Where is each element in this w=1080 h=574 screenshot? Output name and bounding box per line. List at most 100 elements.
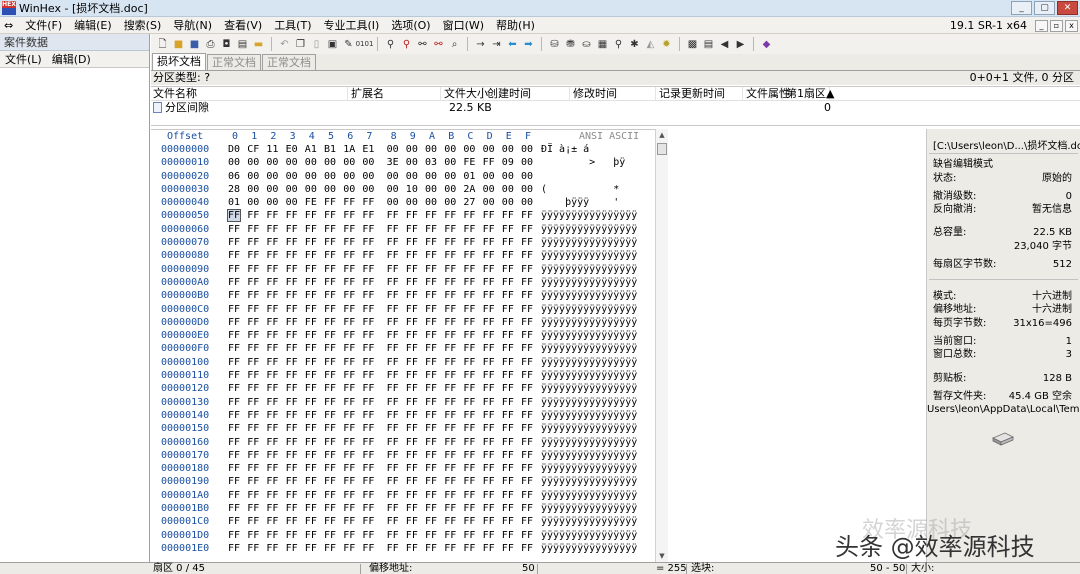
hex-byte[interactable]: 00: [387, 184, 399, 195]
hex-row[interactable]: 000000D0 FF FF FF FF FF FF FF FF FF FF FF FF FF FF FF FF…: [151, 317, 668, 330]
hex-byte[interactable]: FF: [228, 224, 240, 235]
hex-byte[interactable]: 00: [362, 171, 374, 182]
goto-icon[interactable]: →: [473, 37, 488, 52]
ascii-cell[interactable]: ÿÿÿÿÿÿÿÿÿÿÿÿÿÿÿÿ: [541, 530, 637, 541]
hex-byte[interactable]: FF: [483, 476, 495, 487]
hex-byte[interactable]: FF: [266, 410, 278, 421]
tab-damaged-doc[interactable]: 损坏文档: [152, 53, 206, 70]
hex-byte[interactable]: FF: [362, 210, 374, 221]
hex-byte[interactable]: FF: [444, 304, 456, 315]
hex-byte[interactable]: FF: [483, 397, 495, 408]
tab-normal-doc-2[interactable]: 正常文档: [262, 54, 316, 70]
hex-byte[interactable]: FF: [521, 516, 533, 527]
hex-byte[interactable]: FF: [247, 317, 259, 328]
hex-byte[interactable]: FF: [463, 370, 475, 381]
prev-icon[interactable]: ◀: [717, 37, 732, 52]
hex-byte[interactable]: FF: [324, 437, 336, 448]
hex-row[interactable]: 00000010 00 00 00 00 00 00 00 00 3E 00 03 00 FE FF 09 00…: [151, 157, 668, 170]
hex-byte[interactable]: FF: [502, 530, 514, 541]
hex-byte[interactable]: FF: [362, 437, 374, 448]
hex-byte[interactable]: 00: [521, 144, 533, 155]
hex-byte[interactable]: FF: [305, 290, 317, 301]
hex-byte[interactable]: 00: [521, 184, 533, 195]
hex-byte[interactable]: FF: [444, 503, 456, 514]
hex-byte[interactable]: 00: [387, 197, 399, 208]
hex-byte[interactable]: FF: [502, 210, 514, 221]
hex-byte[interactable]: FF: [483, 437, 495, 448]
hex-byte[interactable]: FF: [502, 450, 514, 461]
hex-byte[interactable]: FF: [406, 397, 418, 408]
hex-byte[interactable]: 00: [343, 171, 355, 182]
hex-byte[interactable]: FF: [483, 490, 495, 501]
forward-icon[interactable]: ➡: [521, 37, 536, 52]
hex-byte[interactable]: FF: [463, 277, 475, 288]
hex-byte[interactable]: FF: [362, 476, 374, 487]
hex-byte[interactable]: FF: [247, 250, 259, 261]
menu-view[interactable]: 查看(V): [218, 17, 268, 33]
hex-byte[interactable]: FF: [343, 450, 355, 461]
hex-byte[interactable]: FF: [387, 463, 399, 474]
hex-byte[interactable]: 00: [502, 144, 514, 155]
hex-binary-icon[interactable]: 0101: [356, 37, 374, 52]
hex-byte[interactable]: FF: [425, 264, 437, 275]
hex-byte[interactable]: FF: [483, 157, 495, 168]
hex-byte[interactable]: FF: [463, 237, 475, 248]
hex-byte[interactable]: FF: [444, 516, 456, 527]
ascii-cell[interactable]: ÿÿÿÿÿÿÿÿÿÿÿÿÿÿÿÿ: [541, 543, 637, 554]
hex-byte[interactable]: FF: [286, 530, 298, 541]
list-icon[interactable]: ▤: [701, 37, 716, 52]
hex-byte[interactable]: FF: [425, 304, 437, 315]
hex-byte[interactable]: FF: [343, 463, 355, 474]
menu-window[interactable]: 窗口(W): [437, 17, 490, 33]
hex-byte[interactable]: FF: [444, 224, 456, 235]
hex-byte[interactable]: FF: [483, 543, 495, 554]
hex-byte[interactable]: FF: [483, 343, 495, 354]
hex-byte[interactable]: FF: [521, 543, 533, 554]
hex-byte[interactable]: FF: [266, 277, 278, 288]
hex-byte[interactable]: FF: [343, 503, 355, 514]
hex-byte[interactable]: FF: [406, 437, 418, 448]
hex-byte[interactable]: FF: [444, 463, 456, 474]
hex-byte[interactable]: FF: [425, 357, 437, 368]
tools-icon[interactable]: ✱: [627, 37, 642, 52]
hex-byte[interactable]: FF: [343, 210, 355, 221]
hex-byte[interactable]: 27: [463, 197, 475, 208]
hex-byte[interactable]: 00: [425, 184, 437, 195]
hex-row[interactable]: 000001C0 FF FF FF FF FF FF FF FF FF FF FF FF FF FF FF FF…: [151, 516, 668, 529]
menu-pro-tools[interactable]: 专业工具(I): [318, 17, 386, 33]
ascii-cell[interactable]: ÿÿÿÿÿÿÿÿÿÿÿÿÿÿÿÿ: [541, 343, 637, 354]
hex-byte[interactable]: FF: [324, 476, 336, 487]
hex-byte[interactable]: 00: [266, 171, 278, 182]
hex-byte[interactable]: FF: [502, 423, 514, 434]
hex-byte[interactable]: FF: [343, 304, 355, 315]
undo-icon[interactable]: ↶: [277, 37, 292, 52]
hex-byte[interactable]: FF: [483, 503, 495, 514]
hex-byte[interactable]: FF: [521, 224, 533, 235]
hex-byte[interactable]: FF: [324, 277, 336, 288]
hex-byte[interactable]: FF: [228, 450, 240, 461]
hex-byte[interactable]: 00: [463, 144, 475, 155]
hex-byte[interactable]: FF: [362, 543, 374, 554]
hex-byte[interactable]: FF: [483, 224, 495, 235]
hex-byte[interactable]: FF: [483, 237, 495, 248]
hex-byte[interactable]: FF: [362, 343, 374, 354]
hex-byte[interactable]: FF: [247, 343, 259, 354]
hex-byte[interactable]: FF: [266, 516, 278, 527]
hex-byte[interactable]: 1A: [343, 144, 355, 155]
hex-byte[interactable]: E1: [362, 144, 374, 155]
hex-byte[interactable]: FF: [406, 543, 418, 554]
hex-byte[interactable]: FF: [444, 264, 456, 275]
hex-byte[interactable]: FF: [247, 330, 259, 341]
hex-byte[interactable]: FF: [406, 330, 418, 341]
new-icon[interactable]: 🗋: [155, 37, 170, 52]
hex-byte[interactable]: 00: [324, 184, 336, 195]
hex-byte[interactable]: 00: [387, 171, 399, 182]
hex-byte[interactable]: FF: [343, 357, 355, 368]
hex-byte[interactable]: FF: [502, 383, 514, 394]
hex-byte[interactable]: FF: [425, 490, 437, 501]
ascii-cell[interactable]: ( *: [541, 184, 619, 195]
hex-byte[interactable]: FF: [502, 370, 514, 381]
hex-row[interactable]: 00000110 FF FF FF FF FF FF FF FF FF FF FF FF FF FF FF FF…: [151, 370, 668, 383]
hex-byte[interactable]: 00: [425, 171, 437, 182]
hex-byte[interactable]: FF: [362, 250, 374, 261]
